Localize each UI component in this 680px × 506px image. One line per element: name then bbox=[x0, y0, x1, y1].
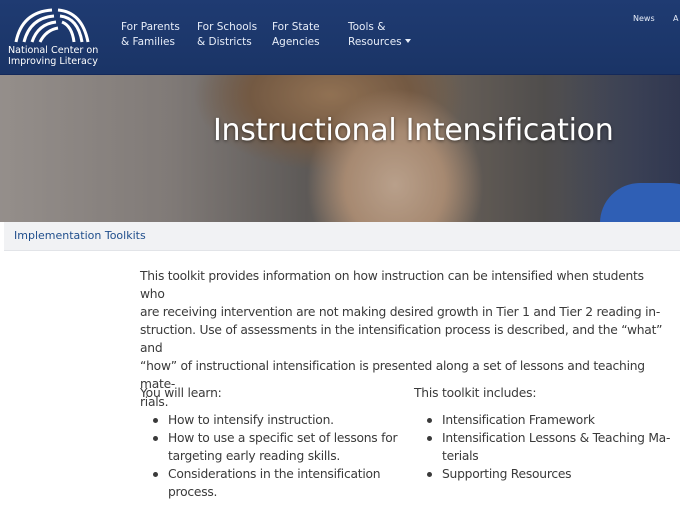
nav-label-line: Agencies bbox=[272, 36, 320, 48]
includes-list: Intensification Framework Intensificatio… bbox=[414, 411, 676, 483]
nav-label-line: For Schools bbox=[197, 21, 258, 33]
nav-label-line: For State bbox=[272, 21, 320, 33]
list-item-text: How to intensify instruction. bbox=[168, 413, 334, 427]
site-header: National Center on Improving Literacy Fo… bbox=[0, 0, 680, 75]
includes-section: This toolkit includes: Intensification F… bbox=[414, 384, 676, 483]
nav-label-line: Tools & bbox=[348, 21, 386, 33]
breadcrumb-link-implementation-toolkits[interactable]: Implementation Toolkits bbox=[14, 229, 146, 242]
bullet-icon bbox=[153, 472, 158, 477]
list-item: Intensification Lessons & Teaching Ma- t… bbox=[414, 429, 676, 465]
list-item-text: terials bbox=[442, 449, 479, 463]
list-item: Considerations in the intensification pr… bbox=[140, 465, 405, 501]
list-item: Intensification Framework bbox=[414, 411, 676, 429]
includes-heading: This toolkit includes: bbox=[414, 386, 537, 400]
nav-state-agencies[interactable]: For State Agencies bbox=[272, 20, 320, 50]
nav-label-line: For Parents bbox=[121, 21, 180, 33]
intro-line: are receiving intervention are not makin… bbox=[140, 305, 661, 319]
util-link-news[interactable]: News bbox=[633, 14, 655, 23]
bullet-icon bbox=[427, 418, 432, 423]
nav-label-line: & Families bbox=[121, 36, 175, 48]
nav-schools-districts[interactable]: For Schools & Districts bbox=[197, 20, 257, 50]
util-link-truncated[interactable]: A bbox=[673, 14, 678, 23]
logo-line-1: National Center on bbox=[8, 45, 99, 56]
nav-label-row: Resources bbox=[348, 35, 411, 50]
list-item-text: How to use a specific set of lessons for bbox=[168, 431, 398, 445]
list-item-text: Intensification Lessons & Teaching Ma- bbox=[442, 431, 671, 445]
learn-heading: You will learn: bbox=[140, 386, 222, 400]
site-logo[interactable]: National Center on Improving Literacy bbox=[6, 4, 98, 70]
bullet-icon bbox=[427, 472, 432, 477]
list-item: How to intensify instruction. bbox=[140, 411, 405, 429]
logo-arcs-icon bbox=[14, 8, 90, 43]
intro-line: struction. Use of assessments in the int… bbox=[140, 323, 663, 355]
logo-line-2: Improving Literacy bbox=[8, 56, 98, 67]
bullet-icon bbox=[153, 418, 158, 423]
bullet-icon bbox=[427, 436, 432, 441]
nav-tools-resources[interactable]: Tools & Resources bbox=[348, 20, 411, 50]
list-item-text: Considerations in the intensification bbox=[168, 467, 381, 481]
list-item-text: Supporting Resources bbox=[442, 467, 572, 481]
page-title: Instructional Intensification bbox=[213, 113, 614, 148]
learn-section: You will learn: How to intensify instruc… bbox=[140, 384, 405, 501]
logo-wordmark: National Center on Improving Literacy bbox=[8, 45, 98, 67]
bullet-icon bbox=[153, 436, 158, 441]
list-item: How to use a specific set of lessons for… bbox=[140, 429, 405, 465]
list-item-text: Intensification Framework bbox=[442, 413, 595, 427]
nav-parents-families[interactable]: For Parents & Families bbox=[121, 20, 180, 50]
list-item-text: process. bbox=[168, 485, 218, 499]
nav-label-line: Resources bbox=[348, 36, 402, 48]
intro-line: This toolkit provides information on how… bbox=[140, 269, 644, 301]
nav-label-line: & Districts bbox=[197, 36, 252, 48]
learn-list: How to intensify instruction. How to use… bbox=[140, 411, 405, 501]
hero-banner: Instructional Intensification bbox=[0, 75, 680, 222]
breadcrumb: Implementation Toolkits bbox=[4, 222, 680, 251]
list-item: Supporting Resources bbox=[414, 465, 676, 483]
caret-down-icon bbox=[404, 39, 411, 43]
list-item-text: targeting early reading skills. bbox=[168, 449, 341, 463]
